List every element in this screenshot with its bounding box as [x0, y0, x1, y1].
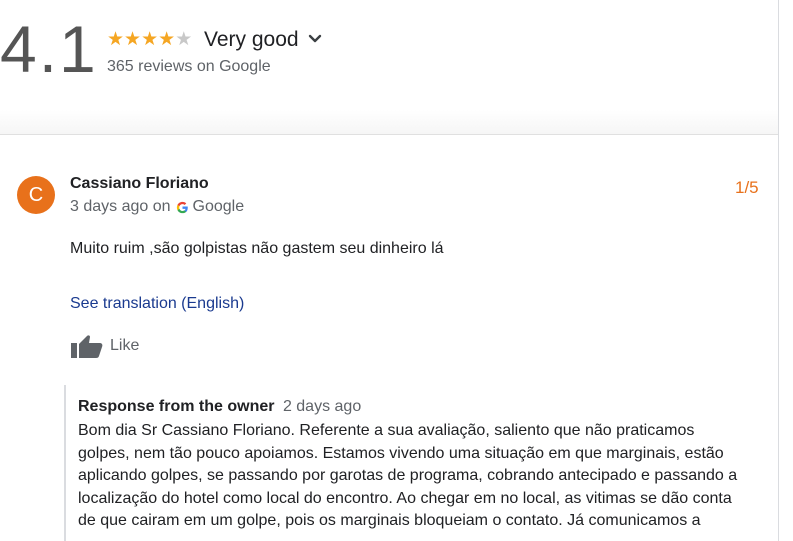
star-icon: ★: [158, 29, 176, 50]
review-meta: 3 days ago on Google: [70, 198, 244, 216]
star-icon: ★: [107, 29, 125, 50]
review-text: Muito ruim ,são golpistas não gastem seu…: [70, 240, 444, 257]
review-date: 3 days ago on: [70, 198, 171, 215]
review-score: 1/5: [735, 178, 759, 197]
response-line: golpes, nem tão pouco apoiamos. Estamos …: [78, 444, 724, 462]
response-line: aplicando golpes, se passando por garota…: [78, 467, 738, 484]
thumbs-up-icon: [71, 335, 103, 358]
avatar[interactable]: C: [17, 176, 55, 214]
response-line: Bom dia Sr Cassiano Floriano. Referente …: [78, 422, 695, 439]
overall-score: 4.1: [0, 12, 98, 86]
reviews-panel: 4.1 ★★★★★ Very good 365 reviews on Googl…: [0, 0, 779, 541]
rating-summary-label[interactable]: Very good: [204, 27, 299, 53]
owner-response-title: Response from the owner: [78, 398, 275, 415]
chevron-down-icon[interactable]: [306, 30, 324, 48]
owner-response-text: Bom dia Sr Cassiano Floriano. Referente …: [78, 420, 778, 533]
owner-response: Response from the owner 2 days ago Bom d…: [64, 385, 778, 541]
response-line: localização do hotel como local do encon…: [78, 489, 732, 507]
like-button[interactable]: Like: [70, 333, 139, 359]
owner-response-header: Response from the owner 2 days ago: [78, 398, 361, 416]
like-label: Like: [110, 337, 140, 354]
review-count[interactable]: 365 reviews on Google: [107, 58, 271, 76]
star-empty-icon: ★: [175, 29, 193, 50]
reviewer-name[interactable]: Cassiano Floriano: [70, 175, 209, 193]
star-icon: ★: [124, 29, 142, 50]
google-g-icon: [176, 201, 188, 213]
review-source: Google: [192, 198, 245, 215]
see-translation-link[interactable]: See translation (English): [70, 295, 244, 313]
divider: [0, 134, 778, 135]
owner-response-date: 2 days ago: [282, 398, 362, 415]
response-line: de que cairam em um golpe, pois os margi…: [78, 512, 701, 529]
header-shadow: [0, 110, 778, 134]
star-icon: ★: [141, 29, 159, 50]
star-rating: ★★★★★: [107, 30, 192, 50]
